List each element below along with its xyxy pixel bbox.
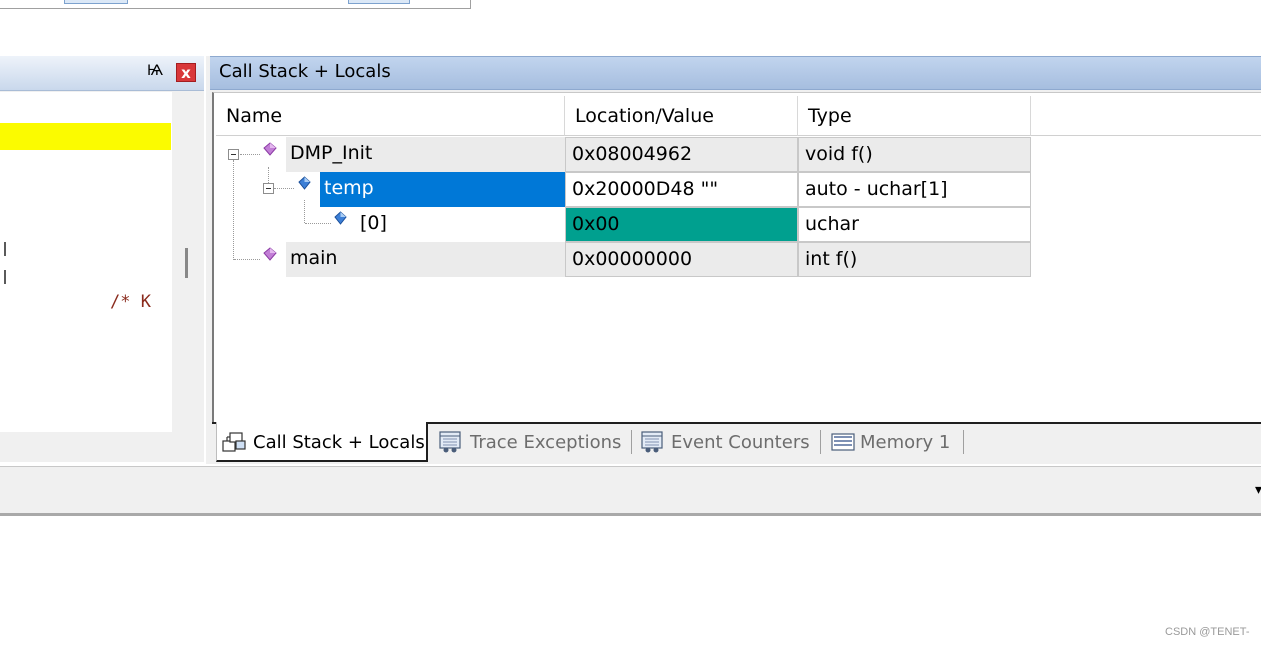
watermark: CSDN @TENET- bbox=[1165, 626, 1250, 638]
code-comment: /* K bbox=[110, 292, 151, 312]
tab-label: Call Stack + Locals bbox=[253, 432, 425, 453]
close-icon[interactable]: x bbox=[176, 63, 196, 82]
editor-panel-header bbox=[0, 56, 204, 91]
tree-line bbox=[274, 188, 294, 189]
table-row-type[interactable]: int f() bbox=[798, 242, 1031, 277]
column-header-type[interactable]: Type bbox=[798, 96, 1031, 136]
column-header-empty bbox=[1031, 96, 1261, 136]
row-name-label: DMP_Init bbox=[290, 142, 373, 164]
collapse-toggle[interactable] bbox=[228, 149, 239, 160]
editor-scrollbar-thumb[interactable] bbox=[185, 248, 188, 278]
column-header-label: Name bbox=[226, 105, 283, 127]
row-name-label: [0] bbox=[360, 212, 387, 234]
tab-separator bbox=[820, 430, 821, 454]
memory-icon bbox=[831, 433, 855, 451]
row-value-label: 0x20000D48 "" bbox=[572, 178, 719, 200]
column-header-name[interactable]: Name bbox=[216, 96, 565, 136]
table-row-type[interactable]: void f() bbox=[798, 137, 1031, 172]
tree-line bbox=[233, 160, 234, 260]
row-value-label: 0x08004962 bbox=[572, 143, 693, 165]
current-line-highlight bbox=[0, 123, 171, 150]
pin-icon[interactable]: Ѩ bbox=[147, 62, 163, 80]
function-icon bbox=[263, 142, 277, 156]
row-value-label: 0x00000000 bbox=[572, 248, 693, 270]
function-icon bbox=[263, 247, 277, 261]
tab-event-counters[interactable]: Event Counters bbox=[671, 432, 810, 453]
row-type-label: void f() bbox=[805, 143, 873, 165]
table-row-value[interactable]: 0x20000D48 "" bbox=[565, 172, 798, 207]
call-stack-icon bbox=[222, 432, 246, 452]
trace-icon bbox=[439, 431, 461, 453]
tab-separator bbox=[963, 430, 964, 454]
table-row-name[interactable]: main bbox=[286, 242, 565, 277]
collapse-toggle[interactable] bbox=[263, 183, 274, 194]
panel-title: Call Stack + Locals bbox=[219, 61, 391, 82]
column-header-value[interactable]: Location/Value bbox=[565, 96, 798, 136]
row-name-label: main bbox=[290, 247, 338, 269]
tab-trace-exceptions[interactable]: Trace Exceptions bbox=[470, 432, 621, 453]
table-row-value-changed[interactable]: 0x00 bbox=[565, 207, 798, 242]
row-type-label: uchar bbox=[805, 213, 859, 235]
row-name-label: temp bbox=[324, 177, 374, 199]
row-value-label: 0x00 bbox=[572, 213, 620, 235]
row-type-label: int f() bbox=[805, 248, 858, 270]
tree-line bbox=[240, 154, 260, 155]
status-bar bbox=[0, 466, 1261, 516]
table-row-type[interactable]: auto - uchar[1] bbox=[798, 172, 1031, 207]
table-row-value[interactable]: 0x08004962 bbox=[565, 137, 798, 172]
tree-line bbox=[234, 259, 260, 260]
column-header-label: Type bbox=[808, 105, 852, 127]
tab-memory-1[interactable]: Memory 1 bbox=[860, 432, 950, 453]
variable-icon bbox=[334, 211, 347, 225]
tree-line bbox=[305, 223, 331, 224]
row-type-label: auto - uchar[1] bbox=[805, 178, 948, 200]
table-row-type[interactable]: uchar bbox=[798, 207, 1031, 242]
top-toolbar-button[interactable] bbox=[64, 0, 128, 4]
column-header-label: Location/Value bbox=[575, 105, 714, 127]
table-row-name[interactable]: DMP_Init bbox=[286, 137, 565, 172]
table-row-value[interactable]: 0x00000000 bbox=[565, 242, 798, 277]
code-fragment bbox=[4, 242, 6, 256]
top-toolbar-button[interactable] bbox=[348, 0, 410, 4]
code-fragment bbox=[4, 270, 6, 284]
tree-line bbox=[304, 200, 305, 223]
variable-icon bbox=[298, 176, 311, 190]
counters-icon bbox=[641, 431, 663, 453]
table-row-name[interactable]: [0] bbox=[356, 207, 565, 242]
chevron-down-icon[interactable]: ▾ bbox=[1255, 482, 1261, 498]
table-row-name-selected[interactable]: temp bbox=[320, 172, 565, 207]
tab-separator bbox=[631, 430, 632, 454]
